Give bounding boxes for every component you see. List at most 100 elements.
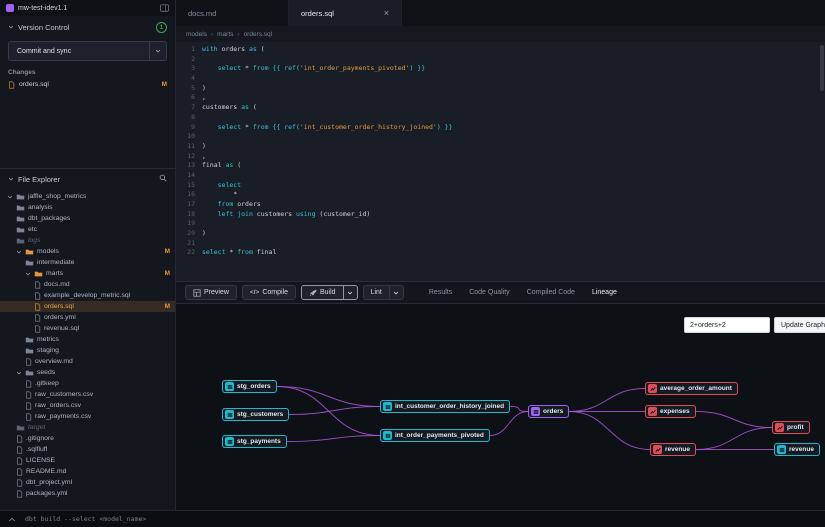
modified-badge: M bbox=[165, 303, 170, 310]
model-icon bbox=[777, 445, 786, 454]
tree-item-label: dbt_project.yml bbox=[26, 479, 72, 486]
lineage-node-average_order_amount[interactable]: average_order_amount bbox=[645, 382, 738, 395]
code-line: with orders as ( bbox=[202, 45, 825, 55]
tree-item[interactable]: target bbox=[0, 422, 175, 433]
commit-and-sync-button[interactable]: Commit and sync bbox=[9, 42, 149, 60]
panel-tab-lineage[interactable]: Lineage bbox=[592, 289, 617, 296]
workspace-bar: mw-test-idev1.1 bbox=[0, 0, 175, 16]
tree-item[interactable]: modelsM bbox=[0, 246, 175, 257]
file-icon bbox=[16, 446, 23, 454]
tree-item[interactable]: docs.md bbox=[0, 279, 175, 290]
node-label: int_order_payments_pivoted bbox=[395, 432, 484, 439]
lineage-canvas[interactable]: Update Graph stg_ordersstg_customersstg_… bbox=[176, 303, 825, 510]
tree-item[interactable]: seeds bbox=[0, 367, 175, 378]
breadcrumb-item: models bbox=[186, 31, 207, 38]
tree-item[interactable]: intermediate bbox=[0, 257, 175, 268]
tab-bar: docs.mdorders.sql× bbox=[176, 0, 825, 26]
tree-item[interactable]: logs bbox=[0, 235, 175, 246]
tree-item[interactable]: .gitignore bbox=[0, 433, 175, 444]
tree-item[interactable]: analysis bbox=[0, 202, 175, 213]
tree-item[interactable]: raw_orders.csv bbox=[0, 400, 175, 411]
tree-item[interactable]: revenue.sql bbox=[0, 323, 175, 334]
chevron-down-icon[interactable] bbox=[7, 194, 13, 200]
changed-file-row[interactable]: orders.sql M bbox=[0, 78, 175, 91]
tree-item-label: .gitkeep bbox=[35, 380, 59, 387]
editor-tab[interactable]: orders.sql× bbox=[289, 0, 402, 26]
commit-split-button: Commit and sync bbox=[8, 41, 167, 61]
commit-options-dropdown[interactable] bbox=[149, 42, 166, 60]
tree-item[interactable]: README.md bbox=[0, 466, 175, 477]
lineage-node-int_customer_order_history_joined[interactable]: int_customer_order_history_joined bbox=[380, 400, 510, 413]
toggle-sidebar-icon[interactable] bbox=[160, 4, 169, 12]
lineage-node-stg_customers[interactable]: stg_customers bbox=[222, 408, 289, 421]
line-number: 4 bbox=[176, 74, 195, 84]
editor-tab[interactable]: docs.md bbox=[176, 0, 289, 26]
tree-item-label: README.md bbox=[26, 468, 66, 475]
workspace-name[interactable]: mw-test-idev1.1 bbox=[18, 5, 67, 12]
file-explorer-header[interactable]: File Explorer bbox=[0, 169, 175, 189]
tree-item[interactable]: etc bbox=[0, 224, 175, 235]
tree-item[interactable]: raw_payments.csv bbox=[0, 411, 175, 422]
tree-item-label: packages.yml bbox=[26, 490, 68, 497]
tree-item-label: analysis bbox=[28, 204, 53, 211]
changes-count-badge: 1 bbox=[156, 22, 167, 33]
close-icon[interactable]: × bbox=[384, 9, 389, 18]
chevron-down-icon[interactable] bbox=[25, 271, 31, 277]
lineage-node-revenue_model[interactable]: revenue bbox=[774, 443, 820, 456]
preview-button[interactable]: Preview bbox=[185, 285, 237, 300]
tree-item[interactable]: .sqlfluff bbox=[0, 444, 175, 455]
panel-tab-results[interactable]: Results bbox=[429, 289, 452, 296]
search-icon[interactable] bbox=[159, 174, 167, 184]
version-control-header[interactable]: Version Control 1 bbox=[0, 16, 175, 38]
lineage-node-expenses[interactable]: expenses bbox=[645, 405, 696, 418]
node-label: int_customer_order_history_joined bbox=[395, 403, 504, 410]
tree-item[interactable]: dbt_packages bbox=[0, 213, 175, 224]
editor-scrollbar[interactable] bbox=[820, 45, 824, 91]
lineage-edge bbox=[277, 387, 380, 436]
dbt-logo-icon bbox=[6, 4, 14, 12]
tree-item-label: staging bbox=[37, 347, 59, 354]
tree-item[interactable]: overview.md bbox=[0, 356, 175, 367]
build-options-dropdown[interactable] bbox=[344, 285, 358, 300]
chevron-down-icon[interactable] bbox=[16, 370, 22, 376]
lineage-edge bbox=[696, 412, 772, 428]
line-number: 14 bbox=[176, 171, 195, 181]
tree-item[interactable]: martsM bbox=[0, 268, 175, 279]
tree-item[interactable]: raw_customers.csv bbox=[0, 389, 175, 400]
chevron-up-icon[interactable] bbox=[8, 517, 16, 522]
lint-options-dropdown[interactable] bbox=[390, 285, 404, 300]
sidebar: mw-test-idev1.1 Version Control 1 Commit… bbox=[0, 0, 176, 510]
chevron-down-icon[interactable] bbox=[16, 249, 22, 255]
tree-item[interactable]: example_develop_metric.sql bbox=[0, 290, 175, 301]
tree-item[interactable]: LICENSE bbox=[0, 455, 175, 466]
node-label: expenses bbox=[660, 408, 690, 415]
lineage-node-stg_orders[interactable]: stg_orders bbox=[222, 380, 277, 393]
build-button[interactable]: Build bbox=[301, 285, 344, 300]
tree-item[interactable]: .gitkeep bbox=[0, 378, 175, 389]
line-number: 12 bbox=[176, 152, 195, 162]
tree-item[interactable]: jaffle_shop_metrics bbox=[0, 191, 175, 202]
code-editor[interactable]: 12345678910111213141516171819202122 with… bbox=[176, 42, 825, 281]
tree-item[interactable]: packages.yml bbox=[0, 488, 175, 499]
lineage-node-stg_payments[interactable]: stg_payments bbox=[222, 435, 287, 448]
code-line: final as ( bbox=[202, 161, 825, 171]
tree-item[interactable]: orders.yml bbox=[0, 312, 175, 323]
version-control-title: Version Control bbox=[18, 23, 69, 32]
compile-button[interactable]: </> Compile bbox=[242, 285, 296, 300]
lineage-node-revenue_metric[interactable]: revenue bbox=[650, 443, 696, 456]
folder-icon bbox=[34, 270, 43, 278]
panel-tab-compiled-code[interactable]: Compiled Code bbox=[527, 289, 575, 296]
tree-item[interactable]: metrics bbox=[0, 334, 175, 345]
lineage-node-int_order_payments_pivoted[interactable]: int_order_payments_pivoted bbox=[380, 429, 490, 442]
tree-item[interactable]: dbt_project.yml bbox=[0, 477, 175, 488]
model-icon bbox=[383, 402, 392, 411]
tree-item[interactable]: staging bbox=[0, 345, 175, 356]
lineage-node-orders[interactable]: orders bbox=[528, 405, 569, 418]
tree-item[interactable]: orders.sqlM bbox=[0, 301, 175, 312]
model-icon bbox=[383, 431, 392, 440]
panel-tab-code-quality[interactable]: Code Quality bbox=[469, 289, 509, 296]
tree-item-label: .sqlfluff bbox=[26, 446, 47, 453]
tree-item-label: jaffle_shop_metrics bbox=[28, 193, 86, 200]
lint-button[interactable]: Lint bbox=[363, 285, 390, 300]
lineage-node-profit[interactable]: profit bbox=[772, 421, 810, 434]
